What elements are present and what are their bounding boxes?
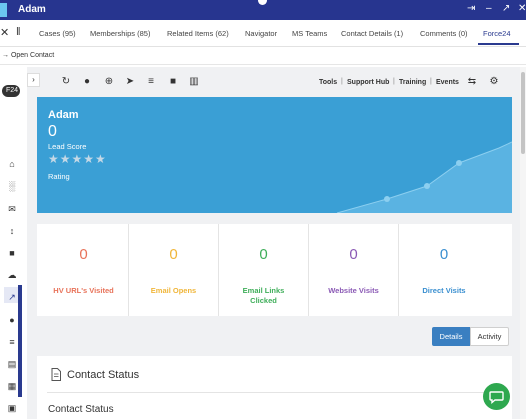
events-link[interactable]: Events	[436, 79, 459, 86]
toolbar-separator: |	[430, 78, 432, 85]
activity-toggle-button[interactable]: Activity	[470, 327, 509, 346]
contact-status-card: Contact Status Contact Status	[37, 356, 512, 419]
tab-contact-details[interactable]: Contact Details (1)	[341, 29, 403, 38]
window-title: Adam	[18, 4, 46, 15]
close-record-icon[interactable]: ✕	[0, 26, 9, 39]
rating-label: Rating	[48, 172, 70, 181]
add-circle-icon[interactable]: ⊕	[103, 76, 115, 88]
tab-related-items[interactable]: Related Items (62)	[167, 29, 229, 38]
toolbar-separator: |	[341, 78, 343, 85]
list-lines-icon[interactable]: ≡	[145, 76, 157, 88]
stat-email-opens: 0 Email Opens	[129, 224, 219, 316]
home-icon[interactable]: ⌂	[6, 158, 18, 170]
archive-icon[interactable]: ▥	[188, 76, 200, 88]
list-icon[interactable]: ≡	[6, 336, 18, 348]
columns-icon[interactable]: ‖	[16, 26, 21, 38]
maximize-icon[interactable]: ↗	[502, 3, 510, 14]
sliders-icon[interactable]: ⇆	[466, 76, 478, 88]
user-icon[interactable]: ●	[6, 314, 18, 326]
support-hub-link[interactable]: Support Hub	[347, 79, 389, 86]
section-title: Contact Status	[48, 404, 114, 415]
add-user-icon[interactable]: ●	[81, 76, 93, 88]
stat-label: HV URL's Visited	[53, 286, 114, 295]
tools-link[interactable]: Tools	[319, 79, 337, 86]
stat-label: Email Links Clicked	[242, 286, 285, 305]
stat-value: 0	[259, 246, 268, 263]
chat-button[interactable]	[483, 383, 510, 410]
tab-memberships[interactable]: Memberships (85)	[90, 29, 150, 38]
stat-value: 0	[169, 246, 178, 263]
tab-cases[interactable]: Cases (95)	[39, 29, 76, 38]
send-icon[interactable]: ➤	[124, 76, 136, 88]
document-icon	[51, 368, 61, 381]
stat-value: 0	[349, 246, 358, 263]
card-divider	[47, 392, 507, 393]
rail-active-indicator	[18, 285, 22, 397]
folder-plus-icon[interactable]: ■	[167, 76, 179, 88]
split-icon[interactable]: ↕	[6, 225, 18, 237]
decorative-trend-graphic	[336, 141, 512, 213]
toolbar-separator: |	[393, 78, 395, 85]
scrollbar-thumb[interactable]	[521, 72, 525, 154]
record-tab-bar: ✕ ‖ Cases (95) Memberships (85) Related …	[0, 20, 526, 47]
open-contact-label: Open Contact	[10, 52, 55, 59]
stat-label: Website Visits	[328, 286, 379, 295]
tab-comments[interactable]: Comments (0)	[420, 29, 468, 38]
app-logo-icon	[0, 3, 7, 17]
stat-label: Direct Visits	[422, 286, 466, 295]
close-icon[interactable]: ✕	[518, 3, 526, 14]
engagement-stats: 0 HV URL's Visited 0 Email Opens 0 Email…	[37, 224, 512, 316]
chat-icon	[489, 391, 504, 404]
contact-summary-banner: Adam 0 Lead Score ★★★★★ Rating	[37, 97, 512, 213]
stat-value: 0	[79, 246, 88, 263]
active-tab-indicator	[478, 43, 519, 45]
stat-value: 0	[439, 246, 449, 263]
tab-force24[interactable]: Force24	[483, 29, 511, 38]
cloud-icon[interactable]: ☁	[6, 269, 18, 281]
tab-ms-teams[interactable]: MS Teams	[292, 29, 327, 38]
mail-icon[interactable]: ✉	[6, 203, 18, 215]
lead-score-value: 0	[48, 123, 57, 140]
bar-chart-icon[interactable]: ░	[6, 180, 18, 192]
stat-website-visits: 0 Website Visits	[309, 224, 399, 316]
stat-direct-visits: 0 Direct Visits	[399, 224, 489, 316]
record-action-bar: → Open Contact	[0, 47, 526, 65]
form-icon[interactable]: ▦	[6, 380, 18, 392]
card-title: Contact Status	[67, 369, 140, 381]
refresh-icon[interactable]: ↻	[60, 76, 72, 88]
card-icon[interactable]: ▣	[6, 402, 18, 414]
stat-hv-urls-visited: 0 HV URL's Visited	[39, 224, 129, 316]
details-toggle-button[interactable]: Details	[432, 327, 470, 346]
force24-badge[interactable]: F24	[2, 85, 20, 97]
folder-icon[interactable]: ■	[6, 247, 18, 259]
stat-email-links-clicked: 0 Email Links Clicked	[219, 224, 309, 316]
left-navigation-rail: F24 ⌂ ░ ✉ ↕ ■ ☁ ↗ ● ≡ ▤ ▦ ▣	[0, 65, 27, 419]
tab-navigator[interactable]: Navigator	[245, 29, 277, 38]
expand-panel-button[interactable]: ›	[27, 73, 40, 87]
training-link[interactable]: Training	[399, 79, 426, 86]
lead-score-label: Lead Score	[48, 142, 87, 151]
window-titlebar: Adam ⇥ – ↗ ✕	[0, 0, 526, 20]
open-contact-button[interactable]: → Open Contact	[2, 52, 54, 59]
pin-icon[interactable]: ⇥	[467, 3, 475, 14]
minimize-icon[interactable]: –	[486, 3, 492, 14]
settings-gear-icon[interactable]: ⚙	[488, 76, 500, 88]
rating-stars: ★★★★★	[48, 152, 107, 166]
line-chart-icon[interactable]: ↗	[6, 291, 18, 303]
contact-name: Adam	[48, 109, 79, 121]
camera-dot-icon	[258, 0, 267, 5]
table-icon[interactable]: ▤	[6, 358, 18, 370]
stat-label: Email Opens	[150, 286, 197, 295]
